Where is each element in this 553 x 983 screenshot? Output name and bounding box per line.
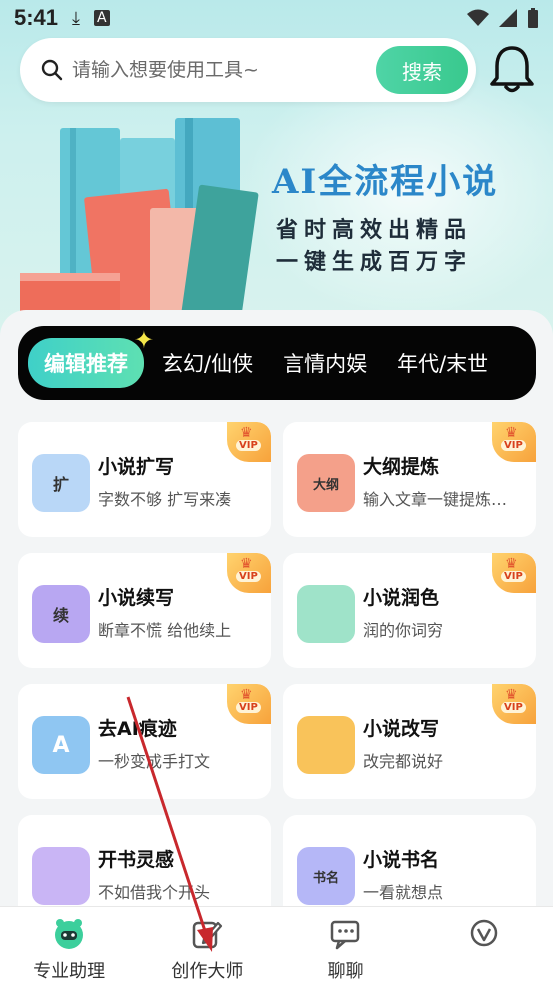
tab-romance[interactable]: 言情内娱 [283,348,367,378]
vip-badge: ♛ VIP [492,422,536,462]
card-desc: 断章不慌 给他续上 [98,621,232,640]
card-title: 小说书名 [363,849,440,871]
card-desc: 一看就想点 [363,883,444,902]
expand-icon: 扩 [32,454,90,512]
open-book-icon [297,585,355,643]
status-bar: 5:41 ⤓ A [0,0,553,36]
crown-icon: ♛ [505,687,518,703]
crown-icon: ♛ [505,556,518,572]
search-input[interactable] [72,59,372,81]
card-desc: 输入文章一键提炼… [363,490,508,509]
vip-badge: ♛ VIP [227,422,271,462]
banner-subtitle-2: 一键生成百万字 [276,249,473,275]
vip-badge: ♛ VIP [492,553,536,593]
crown-icon: ♛ [240,556,253,572]
pen-icon [193,921,223,949]
card-title: 大纲提炼 [363,456,440,478]
nav-chat[interactable]: 聊聊 [277,907,415,983]
nav-creator[interactable]: 创作大师 [138,907,276,983]
tool-card-book-title[interactable]: 书名 小说书名 一看就想点 [283,815,536,910]
content-panel: 编辑推荐 ✦ 玄幻/仙侠 言情内娱 年代/末世 扩 小说扩写 字数不够 扩写来凑… [0,310,553,910]
books-illustration [20,118,259,322]
rewrite-icon [297,716,355,774]
card-desc: 不如借我个开头 [98,883,211,902]
ai-text-icon: A [32,716,90,774]
tool-card-expand[interactable]: 扩 小说扩写 字数不够 扩写来凑 ♛ VIP [18,422,271,537]
wifi-icon [467,9,489,26]
nav-label: 专业助理 [33,961,106,982]
tool-card-outline[interactable]: 大纲 大纲提炼 输入文章一键提炼… ♛ VIP [283,422,536,537]
card-desc: 一秒变成手打文 [98,752,211,771]
card-title: 小说改写 [363,718,440,740]
search-bar[interactable]: 搜索 [20,38,476,102]
tool-card-rewrite[interactable]: 小说改写 改完都说好 ♛ VIP [283,684,536,799]
card-title: 小说续写 [98,587,175,609]
tool-card-remove-ai[interactable]: A 去AI痕迹 一秒变成手打文 ♛ VIP [18,684,271,799]
robot-icon [55,919,84,949]
tool-card-polish[interactable]: 小说润色 润的你词穷 ♛ VIP [283,553,536,668]
battery-icon [528,8,538,28]
signal-icon [499,9,517,27]
tab-label: 编辑推荐 [44,352,128,376]
vip-badge: ♛ VIP [492,684,536,724]
tab-fantasy[interactable]: 玄幻/仙侠 [162,348,253,378]
nav-assistant[interactable]: 专业助理 [0,907,138,983]
vip-badge: ♛ VIP [227,553,271,593]
bottom-nav: 专业助理 创作大师 聊聊 [0,906,553,983]
tab-editor-picks[interactable]: 编辑推荐 ✦ [28,326,154,388]
banner-subtitle-1: 省时高效出精品 [276,217,473,243]
card-title: 小说润色 [363,587,440,609]
card-desc: 润的你词穷 [363,621,444,640]
star-icon: ✦ [133,326,154,354]
nav-label: 聊聊 [327,961,364,982]
search-button[interactable]: 搜索 [376,46,468,94]
banner-title: AI全流程小说 [272,162,499,202]
lightbulb-icon [32,847,90,905]
status-time: 5:41 [14,5,59,30]
bell-icon[interactable] [487,42,537,94]
app-notification-icon: A [94,10,110,26]
download-icon: ⤓ [72,7,81,29]
card-title: 小说扩写 [98,456,175,478]
search-icon [41,59,63,81]
tool-card-continue[interactable]: 续 小说续写 断章不慌 给他续上 ♛ VIP [18,553,271,668]
profile-icon [470,919,498,947]
card-title: 开书灵感 [98,849,175,871]
category-tabs: 编辑推荐 ✦ 玄幻/仙侠 言情内娱 年代/末世 [18,326,536,400]
card-desc: 改完都说好 [363,752,444,771]
outline-icon: 大纲 [297,454,355,512]
nav-profile[interactable] [415,907,553,983]
card-desc: 字数不够 扩写来凑 [98,490,232,509]
crown-icon: ♛ [505,425,518,441]
card-title: 去AI痕迹 [98,718,177,740]
crown-icon: ♛ [240,687,253,703]
vip-badge: ♛ VIP [227,684,271,724]
continue-icon: 续 [32,585,90,643]
nav-label: 创作大师 [171,961,244,982]
tool-card-inspiration[interactable]: 开书灵感 不如借我个开头 [18,815,271,910]
crown-icon: ♛ [240,425,253,441]
tab-era-apocalypse[interactable]: 年代/末世 [397,348,488,378]
chat-icon [330,920,359,950]
book-title-icon: 书名 [297,847,355,905]
